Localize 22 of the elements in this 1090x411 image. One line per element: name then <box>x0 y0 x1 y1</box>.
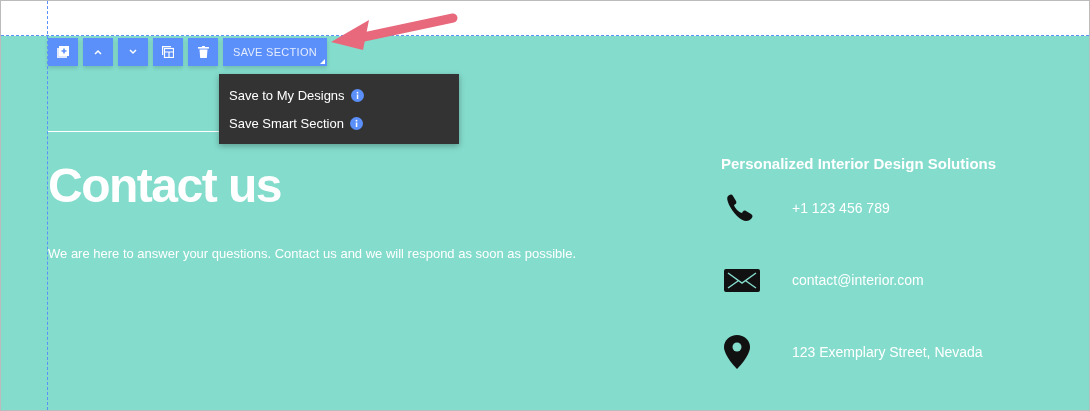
layout-icon <box>162 46 174 58</box>
phone-icon <box>724 193 754 223</box>
info-icon[interactable] <box>350 88 364 102</box>
corner-triangle-icon <box>320 59 326 64</box>
location-pin-icon <box>724 335 750 369</box>
envelope-icon <box>724 268 760 292</box>
save-menu-item[interactable]: Save to My Designs <box>219 81 459 109</box>
chevron-down-icon <box>128 48 138 56</box>
layout-section-button[interactable] <box>153 38 183 66</box>
info-icon[interactable] <box>349 116 363 130</box>
add-section-button[interactable] <box>48 38 78 66</box>
chevron-up-icon <box>93 48 103 56</box>
section-description: We are here to answer your questions. Contact us and we will respond as soon as possible. <box>48 246 577 261</box>
save-menu-item[interactable]: Save Smart Section <box>219 109 459 137</box>
trash-icon <box>197 46 209 58</box>
info-title: Personalized Interior Design Solutions <box>721 155 997 172</box>
email-address: contact@interior.com <box>792 272 924 288</box>
street-address: 123 Exemplary Street, Nevada <box>792 344 983 360</box>
add-icon <box>57 46 69 58</box>
delete-section-button[interactable] <box>188 38 218 66</box>
section-heading: Contact us <box>48 158 282 214</box>
phone-number: +1 123 456 789 <box>792 200 890 216</box>
